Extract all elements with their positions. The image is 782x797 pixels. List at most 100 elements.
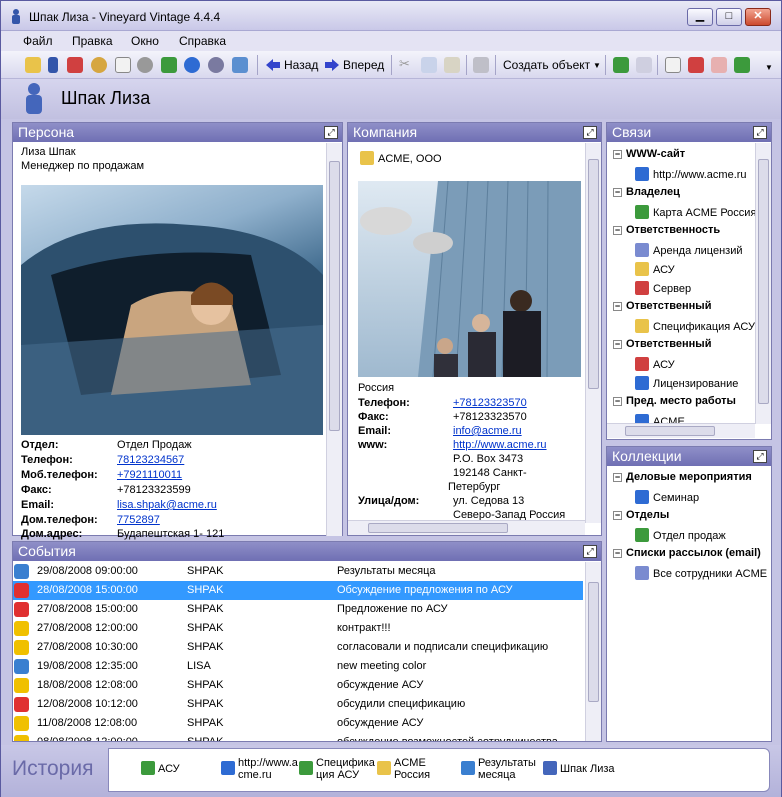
- maximize-panel-icon[interactable]: ⤢: [583, 126, 597, 139]
- event-subject: Результаты месяца: [337, 565, 436, 577]
- toolbar-overflow-icon[interactable]: ▼: [765, 63, 773, 72]
- title-bar[interactable]: Шпак Лиза - Vineyard Vintage 4.4.4 ▁ □ ✕: [1, 1, 781, 31]
- events-scrollbar[interactable]: [585, 562, 601, 741]
- group-icon[interactable]: [137, 57, 153, 73]
- maximize-panel-icon[interactable]: ⤢: [753, 126, 767, 139]
- tree-group[interactable]: − Списки рассылок (email): [613, 547, 761, 559]
- company-www[interactable]: http://www.acme.ru: [453, 439, 547, 451]
- company-phone[interactable]: +78123323570: [453, 397, 527, 409]
- note-icon[interactable]: [711, 57, 727, 73]
- tree-group[interactable]: − Ответственность: [613, 224, 720, 236]
- connect-icon[interactable]: [613, 57, 629, 73]
- tree-item[interactable]: Лицензирование: [635, 376, 738, 390]
- collapse-icon[interactable]: −: [613, 340, 622, 349]
- paste-icon[interactable]: [444, 57, 460, 73]
- event-row[interactable]: 19/08/2008 12:35:00 LISA new meeting color: [13, 657, 583, 676]
- history-item[interactable]: ACME Россия: [394, 757, 430, 781]
- company-email[interactable]: info@acme.ru: [453, 425, 522, 437]
- book-green-icon[interactable]: [161, 57, 177, 73]
- links-scrollbar[interactable]: [755, 143, 771, 424]
- history-item[interactable]: АСУ: [158, 763, 180, 775]
- maximize-button[interactable]: □: [716, 8, 742, 26]
- event-row[interactable]: 29/08/2008 09:00:00 SHPAK Результаты месяц…: [13, 562, 583, 581]
- persona-field-value[interactable]: +7921110011: [117, 469, 182, 481]
- back-arrow-icon[interactable]: [265, 58, 281, 72]
- collapse-icon[interactable]: −: [613, 473, 622, 482]
- collapse-icon[interactable]: −: [613, 549, 622, 558]
- checklist-icon[interactable]: [734, 57, 750, 73]
- links-hscrollbar[interactable]: [607, 423, 755, 438]
- cut-icon[interactable]: ✂: [399, 56, 415, 72]
- chevron-down-icon[interactable]: ▼: [593, 61, 601, 70]
- company-hscrollbar[interactable]: [348, 520, 585, 535]
- tree-group[interactable]: − Ответственный: [613, 338, 711, 350]
- compass-icon[interactable]: [208, 57, 224, 73]
- book-icon[interactable]: [67, 57, 83, 73]
- forward-button[interactable]: Вперед: [343, 58, 384, 72]
- tree-item[interactable]: Семинар: [635, 490, 699, 504]
- collapse-icon[interactable]: −: [613, 397, 622, 406]
- tree-group[interactable]: − Отделы: [613, 509, 669, 521]
- event-row[interactable]: 11/08/2008 12:08:00 SHPAK обсуждение АСУ: [13, 714, 583, 733]
- collapse-icon[interactable]: −: [613, 226, 622, 235]
- tree-item[interactable]: АСУ: [635, 262, 675, 276]
- collapse-icon[interactable]: −: [613, 150, 622, 159]
- close-button[interactable]: ✕: [745, 8, 771, 26]
- maximize-panel-icon[interactable]: ⤢: [324, 126, 338, 139]
- network-icon[interactable]: [232, 57, 248, 73]
- create-object-button[interactable]: Создать объект: [503, 58, 590, 72]
- report-icon[interactable]: [688, 57, 704, 73]
- menu-window[interactable]: Окно: [131, 34, 159, 48]
- tree-item[interactable]: Карта ACME Россия: [635, 205, 756, 219]
- history-item[interactable]: Результаты месяца: [478, 757, 536, 781]
- history-item[interactable]: Шпак Лиза: [560, 763, 615, 775]
- link-icon[interactable]: [636, 57, 652, 73]
- tree-item[interactable]: Аренда лицензий: [635, 243, 743, 257]
- tree-group-label: Пред. место работы: [626, 395, 736, 407]
- event-row[interactable]: 27/08/2008 10:30:00 SHPAK согласовали и по…: [13, 638, 583, 657]
- event-row[interactable]: 28/08/2008 15:00:00 SHPAK Обсуждение предл…: [13, 581, 583, 600]
- collapse-icon[interactable]: −: [613, 511, 622, 520]
- menu-help[interactable]: Справка: [179, 34, 226, 48]
- collapse-icon[interactable]: −: [613, 302, 622, 311]
- menu-file[interactable]: Файл: [23, 34, 53, 48]
- forward-arrow-icon[interactable]: [324, 58, 340, 72]
- document-icon[interactable]: [115, 57, 131, 73]
- event-row[interactable]: 27/08/2008 12:00:00 SHPAK контракт!!!: [13, 619, 583, 638]
- tree-group[interactable]: − Ответственный: [613, 300, 711, 312]
- tree-group[interactable]: − Владелец: [613, 186, 680, 198]
- history-item[interactable]: http://www.a cme.ru: [238, 757, 298, 781]
- company-icon[interactable]: [25, 57, 41, 73]
- maximize-panel-icon[interactable]: ⤢: [753, 450, 767, 463]
- search-doc-icon[interactable]: [665, 57, 681, 73]
- history-item[interactable]: Специфика ция АСУ: [316, 757, 375, 781]
- event-row[interactable]: 08/08/2008 12:00:00 SHPAK обсуждение возмо…: [13, 733, 583, 741]
- menu-edit[interactable]: Правка: [72, 34, 113, 48]
- event-row[interactable]: 12/08/2008 10:12:00 SHPAK обсудили специфи…: [13, 695, 583, 714]
- maximize-panel-icon[interactable]: ⤢: [583, 545, 597, 558]
- tree-item[interactable]: Все сотрудники ACME: [635, 566, 767, 580]
- tree-group[interactable]: − WWW-сайт: [613, 148, 685, 160]
- tree-item[interactable]: Спецификация АСУ: [635, 319, 755, 333]
- tree-item[interactable]: Отдел продаж: [635, 528, 726, 542]
- persona-field-value[interactable]: lisa.shpak@acme.ru: [117, 499, 217, 511]
- back-button[interactable]: Назад: [284, 58, 318, 72]
- tree-item[interactable]: http://www.acme.ru: [635, 167, 747, 181]
- copy-icon[interactable]: [421, 57, 437, 73]
- globe-icon[interactable]: [184, 57, 200, 73]
- persona-scrollbar[interactable]: [326, 143, 342, 536]
- event-icon[interactable]: [91, 57, 107, 73]
- company-vscrollbar[interactable]: [585, 143, 601, 523]
- persona-field-value[interactable]: 7752897: [117, 514, 160, 526]
- tree-group[interactable]: − Пред. место работы: [613, 395, 736, 407]
- tree-item[interactable]: АСУ: [635, 357, 675, 371]
- print-icon[interactable]: [473, 57, 489, 73]
- minimize-button[interactable]: ▁: [687, 8, 713, 26]
- collapse-icon[interactable]: −: [613, 188, 622, 197]
- person-icon[interactable]: [48, 57, 58, 73]
- event-row[interactable]: 18/08/2008 12:08:00 SHPAK обсуждение АСУ: [13, 676, 583, 695]
- event-row[interactable]: 27/08/2008 15:00:00 SHPAK Предложение по А…: [13, 600, 583, 619]
- persona-field-value[interactable]: 78123234567: [117, 454, 184, 466]
- tree-item[interactable]: Сервер: [635, 281, 691, 295]
- tree-group[interactable]: − Деловые мероприятия: [613, 471, 752, 483]
